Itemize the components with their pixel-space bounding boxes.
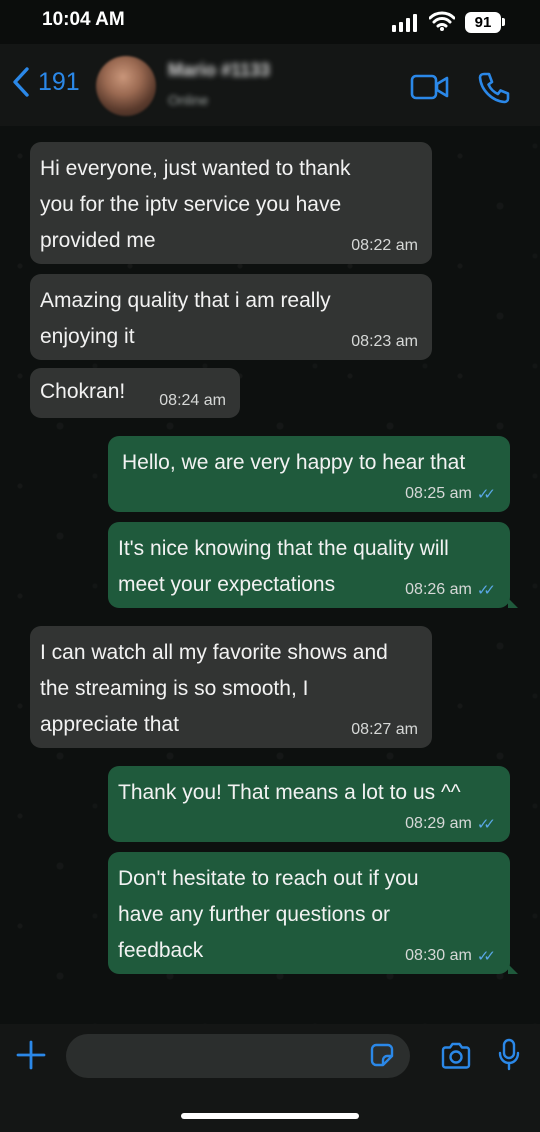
sticker-icon[interactable]	[370, 1043, 394, 1067]
home-indicator[interactable]	[181, 1113, 359, 1119]
bubble-tail	[508, 598, 518, 608]
message-incoming[interactable]: I can watch all my favorite shows and th…	[30, 626, 432, 748]
phone-icon[interactable]	[476, 70, 512, 106]
camera-icon[interactable]	[440, 1042, 472, 1070]
status-bar: 10:04 AM 91	[0, 0, 540, 44]
message-incoming[interactable]: Amazing quality that i am really enjoyin…	[30, 274, 432, 360]
message-time: 08:26 am	[405, 581, 472, 598]
message-text: Hello, we are very happy to hear that	[122, 451, 466, 474]
battery-nub	[502, 18, 505, 26]
video-call-icon[interactable]	[410, 74, 450, 100]
message-list[interactable]: Hi everyone, just wanted to thank you fo…	[0, 126, 540, 1024]
message-outgoing[interactable]: Hello, we are very happy to hear that 08…	[108, 436, 510, 512]
battery-indicator: 91	[465, 12, 501, 33]
message-outgoing[interactable]: Thank you! That means a lot to us ^^ 08:…	[108, 766, 510, 842]
contact-avatar[interactable]	[96, 56, 156, 116]
read-receipt-icon: ✓✓	[476, 948, 496, 965]
message-time: 08:30 am	[405, 947, 472, 964]
chat-header: 191 Mario #1133 Online	[0, 44, 540, 126]
message-incoming[interactable]: Hi everyone, just wanted to thank you fo…	[30, 142, 432, 264]
unread-count: 191	[38, 67, 80, 96]
message-time: 08:24 am	[159, 392, 226, 409]
message-incoming[interactable]: Chokran! 08:24 am	[30, 368, 240, 418]
message-time: 08:25 am	[405, 485, 472, 502]
read-receipt-icon: ✓✓	[476, 582, 496, 599]
message-time: 08:29 am	[405, 815, 472, 832]
message-outgoing[interactable]: It's nice knowing that the quality will …	[108, 522, 518, 608]
back-chevron-icon	[13, 67, 29, 97]
read-receipt-icon: ✓✓	[476, 486, 496, 503]
plus-icon[interactable]	[16, 1040, 46, 1070]
cellular-signal-icon	[392, 13, 417, 32]
message-time: 08:27 am	[351, 721, 418, 738]
wifi-icon	[429, 11, 455, 31]
message-outgoing[interactable]: Don't hesitate to reach out if you have …	[108, 852, 518, 974]
contact-status: Online	[168, 92, 209, 108]
microphone-icon[interactable]	[497, 1038, 521, 1072]
status-time: 10:04 AM	[42, 9, 125, 30]
contact-name[interactable]: Mario #1133	[168, 60, 270, 81]
message-text: Thank you! That means a lot to us ^^	[118, 781, 461, 804]
bubble-tail	[508, 964, 518, 974]
back-button[interactable]: 191	[10, 66, 80, 98]
message-input[interactable]	[66, 1034, 410, 1078]
message-time: 08:22 am	[351, 237, 418, 254]
read-receipt-icon: ✓✓	[476, 816, 496, 833]
message-time: 08:23 am	[351, 333, 418, 350]
composer-bar	[0, 1024, 540, 1132]
